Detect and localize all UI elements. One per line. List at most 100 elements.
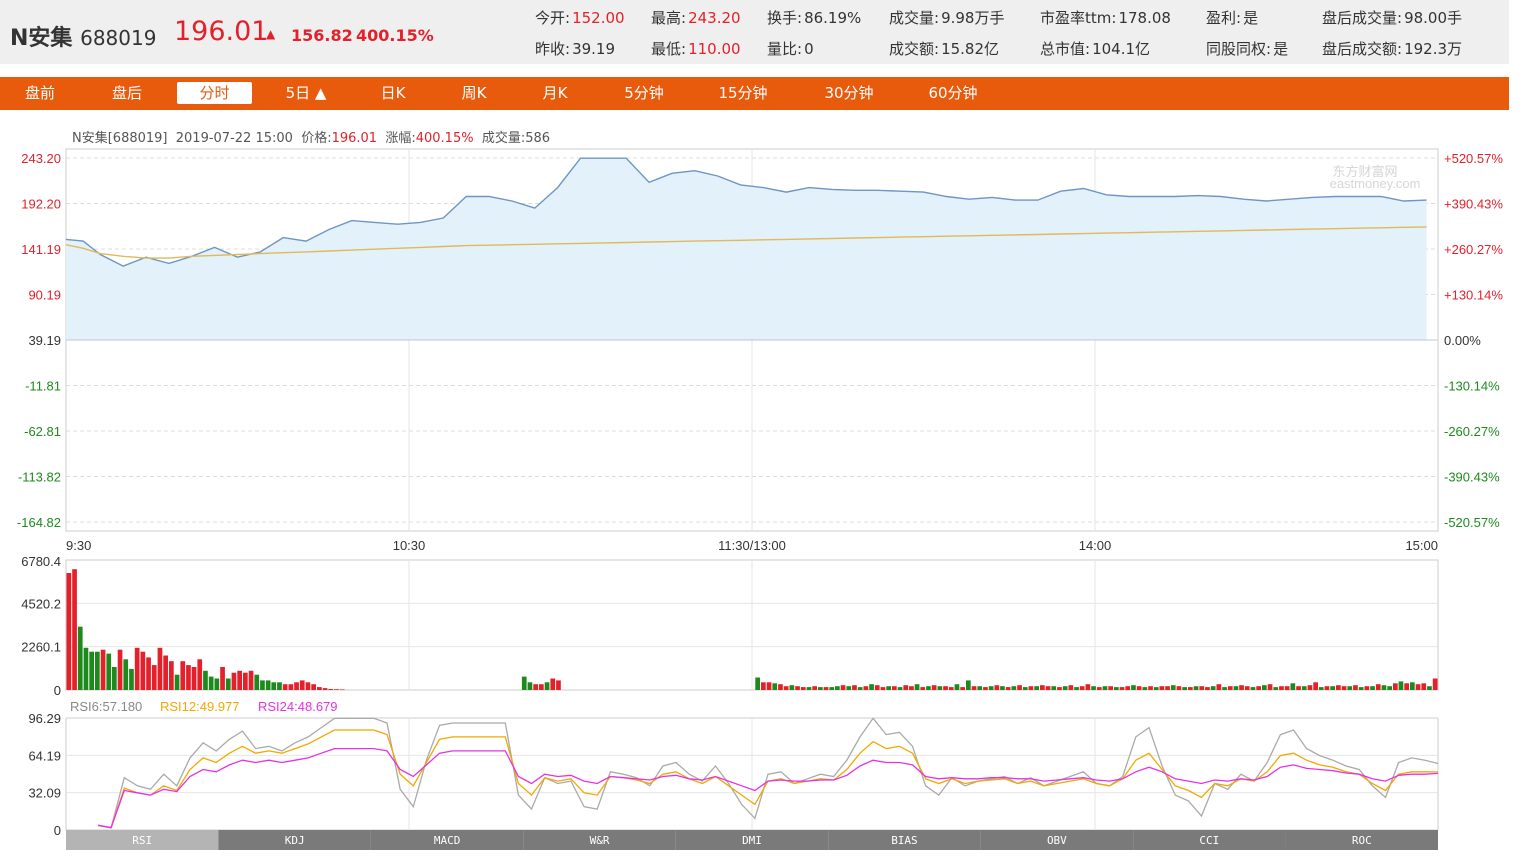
volume-bar: [761, 682, 766, 690]
volume-bar: [789, 685, 795, 690]
volume-bar: [311, 684, 316, 690]
time-x-tick: 14:00: [1079, 538, 1112, 553]
volume-bar: [1222, 687, 1227, 690]
volume-bar: [818, 687, 823, 690]
rsi-y-tick: 96.29: [28, 711, 61, 726]
volume-bar: [1051, 686, 1057, 690]
volume-bar: [1216, 684, 1222, 690]
volume-bar: [1068, 685, 1074, 690]
volume-bar: [1330, 686, 1335, 690]
volume-bar: [95, 651, 100, 690]
volume-bar: [1415, 684, 1421, 690]
volume-bar: [191, 667, 197, 690]
volume-bar: [1301, 686, 1307, 690]
volume-bar: [544, 682, 550, 690]
volume-bar: [214, 678, 220, 690]
volume-bar: [305, 682, 311, 690]
volume-bar: [299, 680, 305, 690]
volume-bar: [277, 682, 282, 690]
rsi-y-tick: 0: [54, 823, 61, 838]
volume-bar: [1028, 686, 1034, 690]
volume-bar: [1079, 686, 1085, 690]
volume-bar: [1022, 687, 1028, 690]
volume-bar: [106, 653, 112, 690]
volume-bar: [1125, 686, 1131, 690]
volume-bar: [203, 670, 208, 690]
volume-bar: [1307, 685, 1313, 690]
volume-y-tick: 6780.4: [21, 554, 61, 569]
volume-bar: [1364, 686, 1370, 690]
volume-bar: [1148, 686, 1153, 690]
volume-bar: [892, 686, 897, 690]
time-x-tick: 15:00: [1405, 538, 1438, 553]
volume-bar: [766, 682, 772, 690]
volume-bar: [846, 686, 852, 690]
volume-y-tick: 2260.1: [21, 640, 61, 655]
volume-bar: [265, 680, 271, 690]
volume-bar: [977, 686, 983, 690]
volume-bar: [339, 689, 345, 690]
volume-bar: [1159, 686, 1165, 690]
volume-bar: [231, 672, 237, 690]
volume-bar: [1324, 686, 1330, 690]
pct-y-tick: -260.27%: [1444, 424, 1500, 439]
volume-bar: [903, 685, 909, 690]
indicator-tab-label: MACD: [434, 834, 461, 847]
time-x-tick: 9:30: [66, 538, 91, 553]
volume-bar: [1336, 685, 1341, 690]
volume-bar: [1284, 686, 1290, 690]
volume-bar: [134, 647, 140, 690]
indicator-tab-label: W&R: [590, 834, 610, 847]
volume-bar: [1381, 685, 1387, 690]
time-x-tick: 11:30/13:00: [718, 538, 786, 553]
price-y-tick: 39.19: [28, 333, 61, 348]
volume-bar: [1000, 686, 1005, 690]
stock-chart-canvas: 243.20 +520.57% 192.20 +390.43% 141.19 +260.2…: [17, 148, 1503, 850]
volume-bar: [755, 677, 760, 690]
volume-bar: [1370, 686, 1375, 690]
volume-bar: [1421, 683, 1427, 690]
rsi-legend-label: RSI12:49.977: [160, 699, 240, 714]
volume-bar: [322, 688, 328, 690]
volume-bar: [772, 683, 778, 690]
volume-bar: [1142, 687, 1148, 690]
pct-y-tick: -520.57%: [1444, 515, 1500, 530]
volume-bar: [1256, 686, 1261, 690]
volume-bar: [886, 686, 891, 690]
volume-bar: [334, 689, 339, 690]
volume-bar: [146, 657, 151, 690]
volume-bar: [112, 667, 117, 690]
volume-bar: [1193, 686, 1199, 690]
volume-bar: [1233, 686, 1239, 690]
pct-y-tick: +260.27%: [1444, 242, 1503, 257]
pct-y-tick: -390.43%: [1444, 470, 1500, 485]
volume-bar: [937, 686, 943, 690]
indicator-tab-label: BIAS: [891, 834, 918, 847]
volume-bar: [795, 686, 800, 690]
volume-bar: [1040, 685, 1045, 690]
volume-bar: [1096, 687, 1102, 690]
volume-bar: [863, 686, 869, 690]
volume-bar: [1165, 686, 1170, 690]
volume-bar: [1313, 682, 1318, 690]
volume-bar: [225, 678, 231, 690]
indicator-tab-label: CCI: [1199, 834, 1219, 847]
volume-bar: [539, 684, 544, 690]
volume-bar: [1102, 686, 1108, 690]
volume-bar: [1153, 687, 1159, 690]
volume-bar: [83, 647, 89, 690]
volume-bar: [931, 685, 937, 690]
indicator-tab-label: OBV: [1047, 834, 1067, 847]
volume-bar: [909, 686, 914, 690]
volume-bar: [317, 687, 322, 690]
volume-bar: [869, 684, 874, 690]
volume-bar: [89, 651, 94, 690]
volume-bar: [1318, 687, 1324, 690]
volume-bar: [1136, 686, 1142, 690]
volume-bar: [1347, 686, 1353, 690]
price-y-tick: 141.19: [21, 242, 61, 257]
volume-bar: [1404, 683, 1409, 690]
volume-bar: [271, 682, 277, 690]
volume-bar: [1267, 684, 1273, 690]
volume-bar: [66, 573, 72, 690]
